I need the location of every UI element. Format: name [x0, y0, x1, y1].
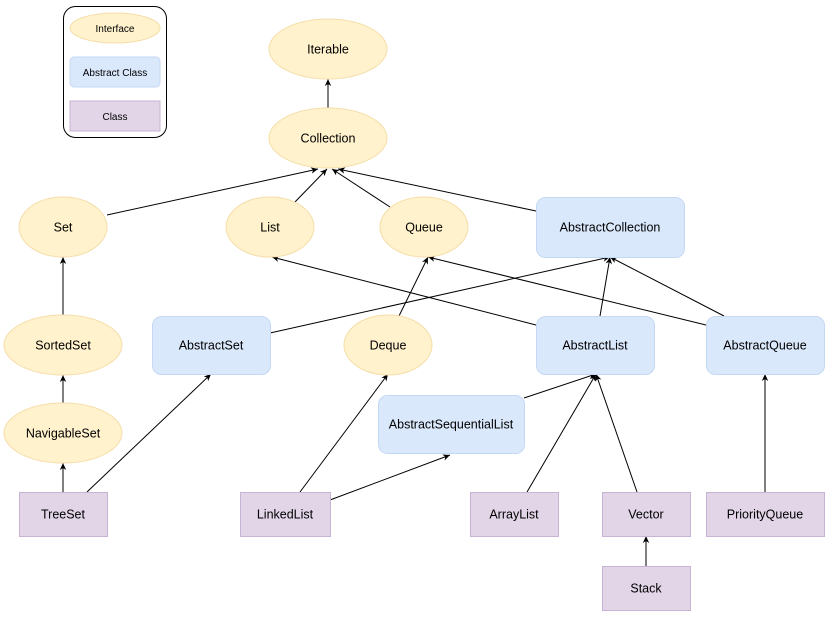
edge-abstract-list-to-abstract-collection	[599, 256, 612, 317]
node-tree-set[interactable]: TreeSet	[19, 492, 108, 537]
edge-abstract-list-to-list	[271, 255, 537, 326]
edge-array-list-to-abstract-list	[526, 373, 597, 493]
edge-list-to-collection	[293, 168, 328, 204]
node-abstract-list[interactable]: AbstractList	[536, 316, 655, 375]
node-navigable-set[interactable]: NavigableSet	[3, 402, 123, 464]
legend-abstract-label: Abstract Class	[83, 68, 147, 79]
edge-deque-to-queue	[398, 256, 429, 317]
node-label: Iterable	[307, 43, 349, 57]
node-label: NavigableSet	[26, 427, 101, 441]
node-label: Vector	[628, 508, 663, 522]
edge-linked-list-to-abstract-sequential-list	[329, 454, 451, 501]
node-label: Queue	[405, 221, 443, 235]
node-label: PriorityQueue	[727, 508, 803, 522]
node-label: ArrayList	[489, 508, 539, 522]
node-iterable[interactable]: Iterable	[268, 18, 388, 80]
edge-linked-list-to-deque	[299, 373, 389, 493]
node-linked-list[interactable]: LinkedList	[240, 492, 331, 537]
node-abstract-sequential-list[interactable]: AbstractSequentialList	[378, 395, 525, 454]
node-label: Collection	[301, 132, 356, 146]
node-label: AbstractSet	[179, 339, 244, 353]
node-deque[interactable]: Deque	[343, 314, 433, 376]
node-abstract-collection[interactable]: AbstractCollection	[536, 197, 685, 258]
node-label: Deque	[370, 339, 407, 353]
node-set[interactable]: Set	[18, 196, 108, 258]
node-label: List	[260, 221, 280, 235]
node-vector[interactable]: Vector	[602, 492, 691, 537]
edge-vector-to-abstract-list	[595, 373, 638, 493]
collection-hierarchy-diagram: Interface Abstract Class Class Iterable C…	[3, 6, 825, 611]
node-collection[interactable]: Collection	[268, 107, 388, 169]
node-abstract-queue[interactable]: AbstractQueue	[706, 316, 825, 375]
node-array-list[interactable]: ArrayList	[470, 492, 559, 537]
edge-queue-to-collection	[331, 168, 391, 208]
node-label: LinkedList	[257, 508, 314, 522]
node-abstract-set[interactable]: AbstractSet	[152, 316, 271, 375]
node-label: AbstractList	[562, 339, 628, 353]
node-label: TreeSet	[41, 508, 86, 522]
legend: Interface Abstract Class Class	[63, 6, 167, 138]
node-queue[interactable]: Queue	[379, 196, 469, 258]
node-priority-queue[interactable]: PriorityQueue	[706, 492, 825, 537]
legend-interface-label: Interface	[96, 24, 135, 35]
edge-abstract-sequential-list-to-abstract-list	[523, 373, 597, 399]
legend-class-label: Class	[102, 112, 127, 123]
node-label: Set	[54, 221, 73, 235]
node-label: AbstractQueue	[723, 339, 806, 353]
node-sorted-set[interactable]: SortedSet	[3, 314, 123, 376]
node-label: SortedSet	[35, 339, 91, 353]
edge-abstract-queue-to-abstract-collection	[609, 256, 725, 317]
node-label: AbstractSequentialList	[389, 418, 514, 432]
node-label: Stack	[630, 582, 662, 596]
node-stack[interactable]: Stack	[602, 566, 691, 611]
node-list[interactable]: List	[225, 196, 315, 258]
edge-abstract-queue-to-queue	[427, 255, 707, 326]
node-label: AbstractCollection	[560, 221, 661, 235]
